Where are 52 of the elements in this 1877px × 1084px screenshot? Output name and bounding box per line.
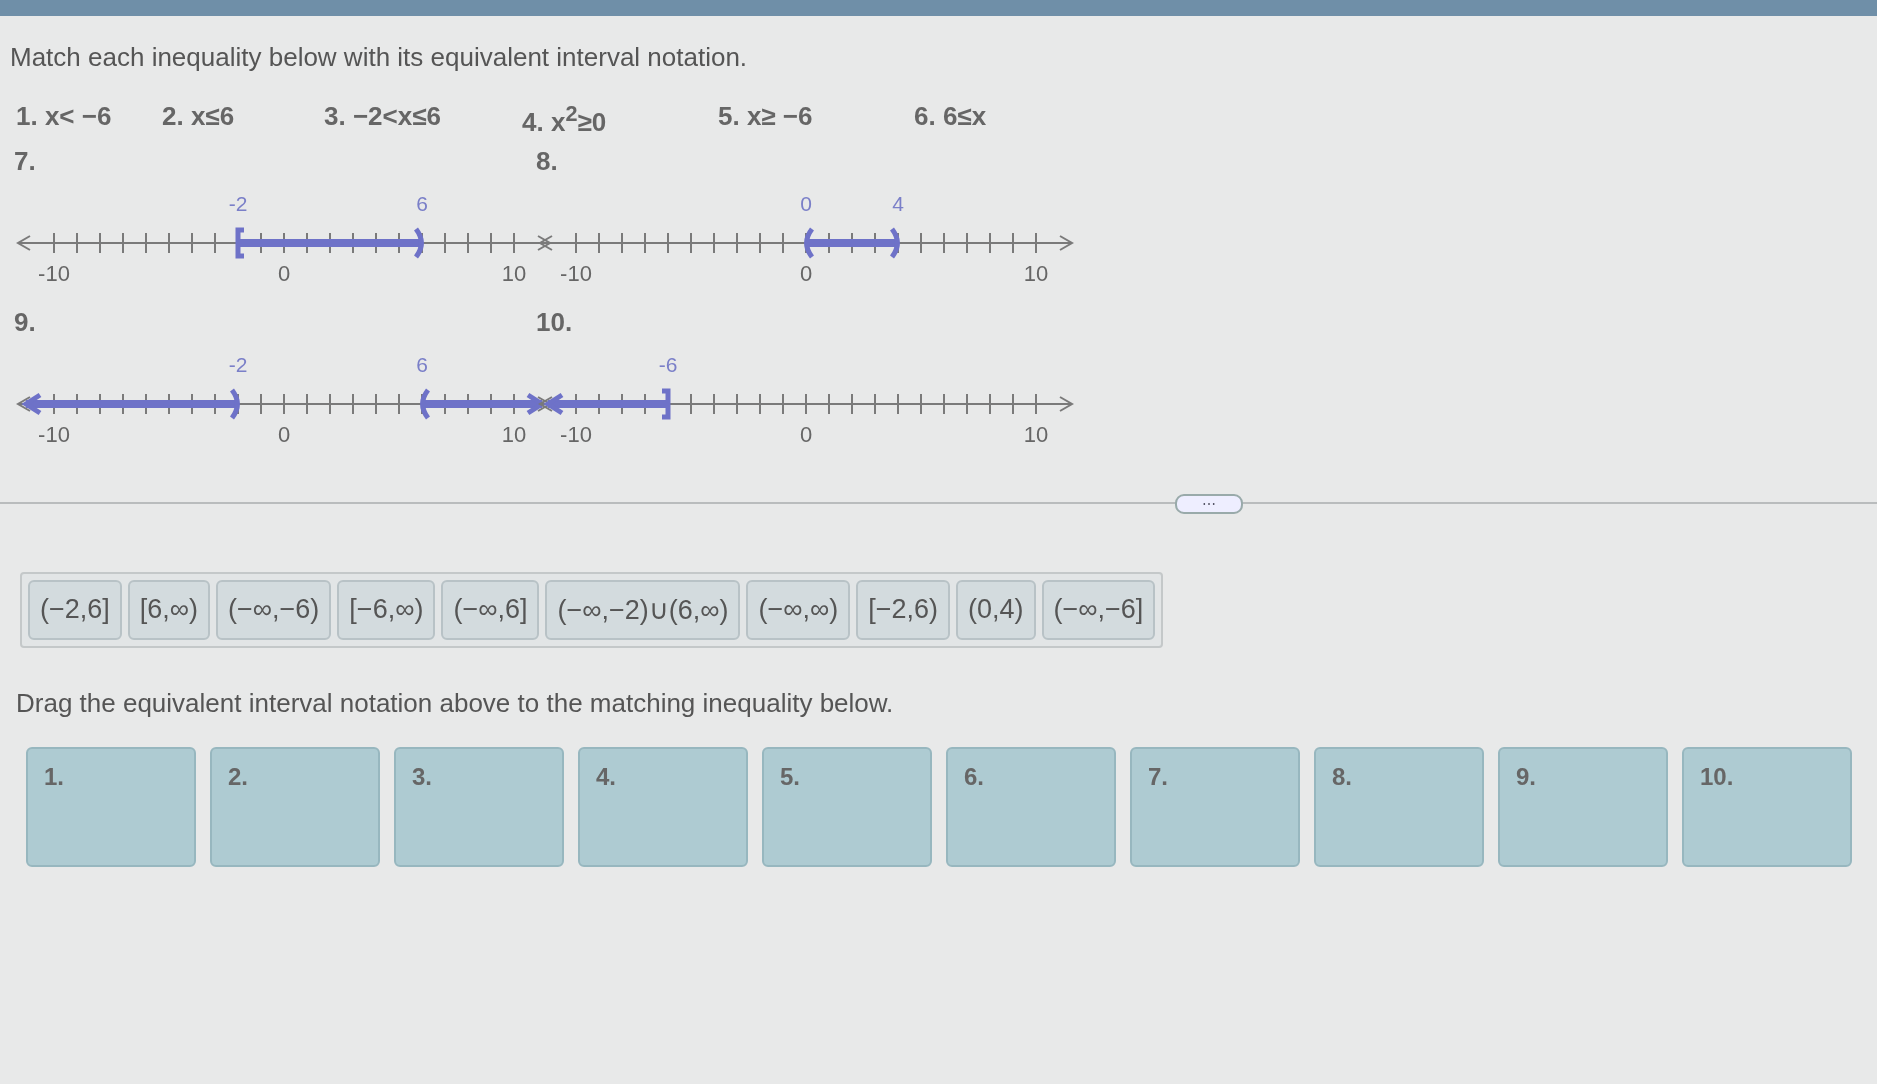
answer-chip[interactable]: (−∞,6] xyxy=(441,579,540,640)
answer-chip[interactable]: (0,4) xyxy=(956,579,1036,640)
drop-zone[interactable]: 3. xyxy=(394,746,564,867)
drop-zone[interactable]: 8. xyxy=(1314,746,1484,867)
drop-zone[interactable]: 4. xyxy=(578,746,748,867)
endpoint-label: -2 xyxy=(228,191,248,215)
endpoint-label: -6 xyxy=(658,352,678,376)
drop-zone[interactable]: 2. xyxy=(210,746,380,867)
tick-label: 10 xyxy=(501,260,527,286)
drop-zone[interactable]: 5. xyxy=(762,746,932,867)
inequality-label: 6. 6≤x xyxy=(914,101,987,133)
tick-label: 0 xyxy=(277,260,291,286)
resize-handle[interactable]: ⋯ xyxy=(1175,493,1243,514)
number-line-label: 9. xyxy=(14,306,36,338)
answer-chip[interactable]: [−2,6) xyxy=(856,579,950,640)
number-line-label: 10. xyxy=(536,306,573,338)
drag-instruction-text: Drag the equivalent interval notation above to the matching inequality below. xyxy=(16,687,895,719)
inequality-label: 1. x< −6 xyxy=(16,101,113,133)
endpoint-label: -2 xyxy=(228,352,248,376)
inequality-label: 3. −2<x≤6 xyxy=(324,101,442,133)
drop-zone[interactable]: 1. xyxy=(26,746,196,867)
tick-label: 10 xyxy=(1023,260,1049,286)
answer-chip[interactable]: (−∞,−2)∪(6,∞) xyxy=(545,579,741,640)
drop-zone[interactable]: 9. xyxy=(1498,746,1668,867)
drop-zone[interactable]: 10. xyxy=(1682,746,1852,867)
answer-chip[interactable]: (−∞,−6] xyxy=(1041,579,1156,640)
tick-label: 0 xyxy=(799,421,813,447)
tick-label: 10 xyxy=(501,421,527,447)
answer-chip[interactable]: (−2,6] xyxy=(28,579,122,640)
answer-chip[interactable]: [−6,∞) xyxy=(337,579,436,640)
drop-zone[interactable]: 7. xyxy=(1130,746,1300,867)
number-line-label: 8. xyxy=(536,145,558,177)
tick-label: 0 xyxy=(799,260,813,286)
instruction-text: Match each inequality below with its equivalent interval notation. xyxy=(10,42,749,73)
tick-label: 0 xyxy=(277,421,291,447)
endpoint-label: 0 xyxy=(800,191,812,215)
inequality-label: 2. x≤6 xyxy=(162,101,236,133)
endpoint-label: 6 xyxy=(416,352,428,376)
drop-zone[interactable]: 6. xyxy=(946,746,1116,867)
answer-chip[interactable]: (−∞,−6) xyxy=(216,579,332,640)
inequality-label: 4. x$^{2}$≥0 xyxy=(522,101,608,138)
answer-chip[interactable]: [6,∞) xyxy=(127,579,211,640)
endpoint-label: 6 xyxy=(416,191,428,215)
tick-label: -10 xyxy=(560,260,592,286)
tick-label: -10 xyxy=(560,421,592,447)
inequality-label: 5. x≥ −6 xyxy=(718,101,814,133)
answer-chip[interactable]: (−∞,∞) xyxy=(746,579,851,640)
tick-label: -10 xyxy=(38,421,70,447)
endpoint-label: 4 xyxy=(892,191,904,215)
tick-label: 10 xyxy=(1023,421,1049,447)
tick-label: -10 xyxy=(38,260,70,286)
number-line-label: 7. xyxy=(14,145,36,177)
